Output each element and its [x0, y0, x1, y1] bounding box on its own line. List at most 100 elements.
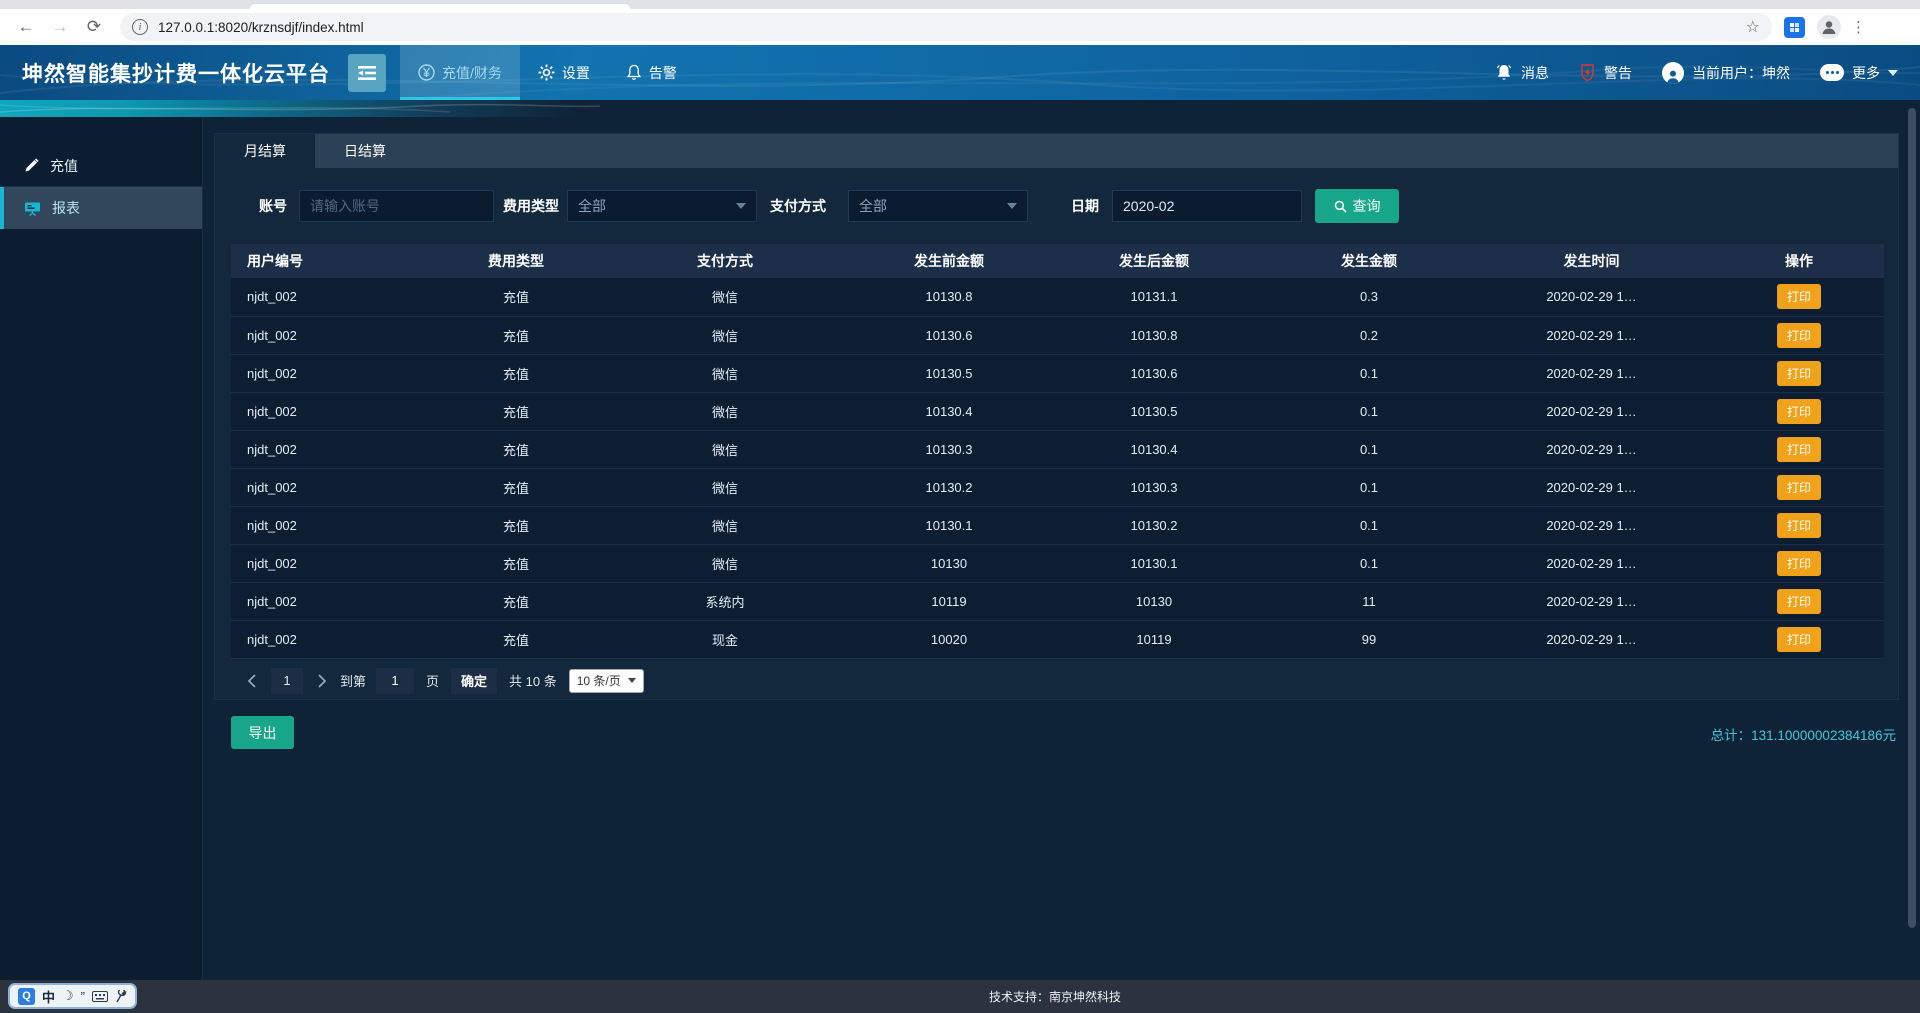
- cell-time: 2020-02-29 1…: [1469, 392, 1714, 430]
- print-button[interactable]: 打印: [1777, 284, 1821, 309]
- cell-amount: 0.1: [1269, 392, 1469, 430]
- warning-flash-icon: [1579, 63, 1596, 82]
- page-unit-label: 页: [426, 671, 439, 690]
- forward-icon[interactable]: →: [46, 13, 74, 41]
- sidebar-toggle-button[interactable]: [348, 54, 386, 92]
- browser-active-tab[interactable]: [250, 4, 630, 9]
- col-header-pay-method: 支付方式: [591, 244, 859, 278]
- print-button[interactable]: 打印: [1777, 475, 1821, 500]
- account-input[interactable]: [299, 190, 494, 222]
- page-size-select[interactable]: 10 条/页: [569, 669, 644, 693]
- current-user[interactable]: 当前用户：坤然: [1662, 62, 1790, 84]
- export-button[interactable]: 导出: [231, 716, 294, 749]
- scrollbar-thumb[interactable]: [1908, 108, 1916, 928]
- cell-fee-type: 充值: [441, 582, 591, 620]
- messages-label: 消息: [1521, 63, 1549, 83]
- pay-method-select[interactable]: 全部: [848, 190, 1028, 222]
- ime-moon-icon[interactable]: ☽: [62, 988, 74, 1004]
- gear-icon: [538, 64, 555, 81]
- browser-menu-icon[interactable]: ⋮: [1851, 18, 1866, 36]
- cell-fee-type: 充值: [441, 430, 591, 468]
- chevron-left-icon: [247, 674, 257, 688]
- col-header-after-amount: 发生后金额: [1039, 244, 1269, 278]
- summary-row: 导出 总计：131.10000002384186元: [214, 716, 1899, 750]
- pagination-prev-button[interactable]: [247, 674, 257, 688]
- footer-support-text: 技术支持：南京坤然科技: [989, 988, 1121, 1005]
- nav-item-alarm[interactable]: 告警: [608, 45, 695, 100]
- sidebar-item-label: 充值: [50, 156, 78, 176]
- cell-amount: 0.1: [1269, 468, 1469, 506]
- nav-item-finance[interactable]: 充值/财务: [400, 45, 520, 100]
- cell-before: 10130: [859, 544, 1039, 582]
- cell-user-id: njdt_002: [231, 392, 441, 430]
- print-button[interactable]: 打印: [1777, 589, 1821, 614]
- browser-tab-strip: [0, 0, 1920, 9]
- cell-pay-method: 微信: [591, 430, 859, 468]
- cell-user-id: njdt_002: [231, 620, 441, 658]
- scrollbar[interactable]: [1907, 108, 1917, 928]
- cell-before: 10130.1: [859, 506, 1039, 544]
- more-menu[interactable]: 更多: [1820, 63, 1898, 83]
- pen-icon: [24, 158, 39, 173]
- browser-toolbar: ← → ⟳ i 127.0.0.1:8020/krznsdjf/index.ht…: [0, 9, 1920, 45]
- goto-page-input[interactable]: [376, 668, 414, 694]
- print-button[interactable]: 打印: [1777, 513, 1821, 538]
- ime-punctuation-icon[interactable]: ”: [81, 989, 85, 1004]
- back-icon[interactable]: ←: [12, 13, 40, 41]
- cell-before: 10130.6: [859, 316, 1039, 354]
- cell-before: 10119: [859, 582, 1039, 620]
- cell-user-id: njdt_002: [231, 316, 441, 354]
- cell-pay-method: 现金: [591, 620, 859, 658]
- sidebar-item-report[interactable]: 报表: [0, 187, 202, 229]
- print-button[interactable]: 打印: [1777, 361, 1821, 386]
- cell-time: 2020-02-29 1…: [1469, 354, 1714, 392]
- extension-icon[interactable]: [1784, 17, 1805, 38]
- confirm-page-button[interactable]: 确定: [451, 668, 497, 694]
- messages-button[interactable]: 消息: [1495, 63, 1549, 83]
- cell-before: 10130.8: [859, 278, 1039, 316]
- reload-icon[interactable]: ⟳: [80, 13, 108, 41]
- cell-user-id: njdt_002: [231, 544, 441, 582]
- warning-button[interactable]: 警告: [1579, 63, 1632, 83]
- print-button[interactable]: 打印: [1777, 551, 1821, 576]
- sidebar-item-recharge[interactable]: 充值: [0, 145, 202, 187]
- results-table-wrap: 用户编号 费用类型 支付方式 发生前金额 发生后金额 发生金额 发生时间 操作 …: [231, 244, 1882, 659]
- chevron-down-icon: [1888, 70, 1898, 76]
- print-button[interactable]: 打印: [1777, 399, 1821, 424]
- tab-monthly-settlement[interactable]: 月结算: [215, 134, 315, 168]
- cell-after: 10130.1: [1039, 544, 1269, 582]
- cell-time: 2020-02-29 1…: [1469, 316, 1714, 354]
- print-button[interactable]: 打印: [1777, 437, 1821, 462]
- fee-type-select[interactable]: 全部: [567, 190, 757, 222]
- ime-toolbar[interactable]: Q 中 ☽ ”: [8, 983, 137, 1009]
- user-avatar-icon: [1662, 62, 1684, 84]
- warning-label: 警告: [1604, 63, 1632, 83]
- nav-item-label: 充值/财务: [442, 63, 502, 83]
- tab-label: 月结算: [244, 141, 286, 161]
- cell-before: 10130.5: [859, 354, 1039, 392]
- message-bell-icon: [1495, 63, 1513, 82]
- table-row: njdt_002 充值 微信 10130.5 10130.6 0.1 2020-…: [231, 354, 1884, 392]
- nav-item-settings[interactable]: 设置: [520, 45, 608, 100]
- fee-type-value: 全部: [578, 196, 606, 216]
- print-button[interactable]: 打印: [1777, 323, 1821, 348]
- ime-keyboard-icon[interactable]: [92, 991, 108, 1002]
- page-info-icon[interactable]: i: [132, 19, 148, 35]
- bookmark-star-icon[interactable]: ☆: [1746, 17, 1760, 37]
- pagination-next-button[interactable]: [317, 674, 327, 688]
- date-label: 日期: [1071, 196, 1099, 216]
- date-input[interactable]: [1112, 190, 1302, 222]
- query-button[interactable]: 查询: [1315, 189, 1399, 223]
- browser-profile-avatar[interactable]: [1817, 15, 1841, 39]
- ime-logo-icon[interactable]: Q: [18, 988, 35, 1005]
- url-bar[interactable]: i 127.0.0.1:8020/krznsdjf/index.html ☆: [120, 13, 1772, 41]
- ime-chinese-mode-icon[interactable]: 中: [42, 987, 55, 1006]
- tab-daily-settlement[interactable]: 日结算: [315, 134, 415, 168]
- pagination-page-button[interactable]: 1: [271, 668, 303, 694]
- url-text[interactable]: 127.0.0.1:8020/krznsdjf/index.html: [158, 20, 364, 35]
- ime-toolbox-icon[interactable]: [115, 990, 127, 1003]
- cell-after: 10130.3: [1039, 468, 1269, 506]
- print-button[interactable]: 打印: [1777, 627, 1821, 652]
- cell-after: 10130.2: [1039, 506, 1269, 544]
- cell-after: 10131.1: [1039, 278, 1269, 316]
